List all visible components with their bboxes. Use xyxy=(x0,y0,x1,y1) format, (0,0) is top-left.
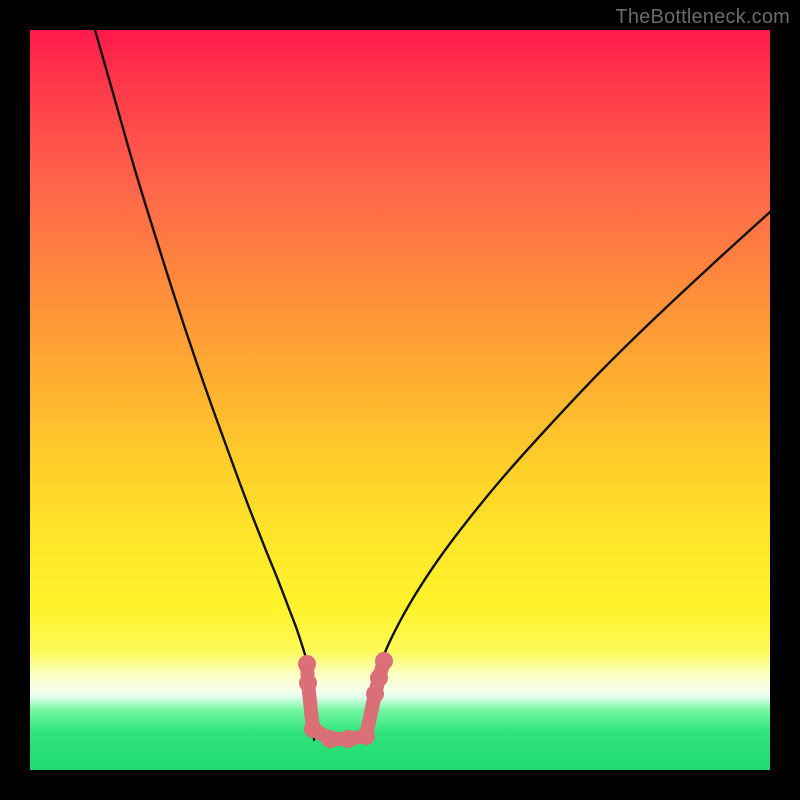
score-marker xyxy=(298,655,316,673)
score-marker xyxy=(321,730,339,748)
score-marker xyxy=(370,669,388,687)
score-marker xyxy=(375,652,393,670)
left-curve xyxy=(95,30,314,740)
score-marker xyxy=(339,730,357,748)
score-marker xyxy=(357,727,375,745)
watermark: TheBottleneck.com xyxy=(615,6,790,29)
score-marker xyxy=(299,674,317,692)
chart-frame: TheBottleneck.com xyxy=(0,0,800,800)
score-marker xyxy=(366,685,384,703)
score-marker xyxy=(304,720,322,738)
chart-svg xyxy=(30,30,770,770)
right-curve xyxy=(372,212,770,740)
